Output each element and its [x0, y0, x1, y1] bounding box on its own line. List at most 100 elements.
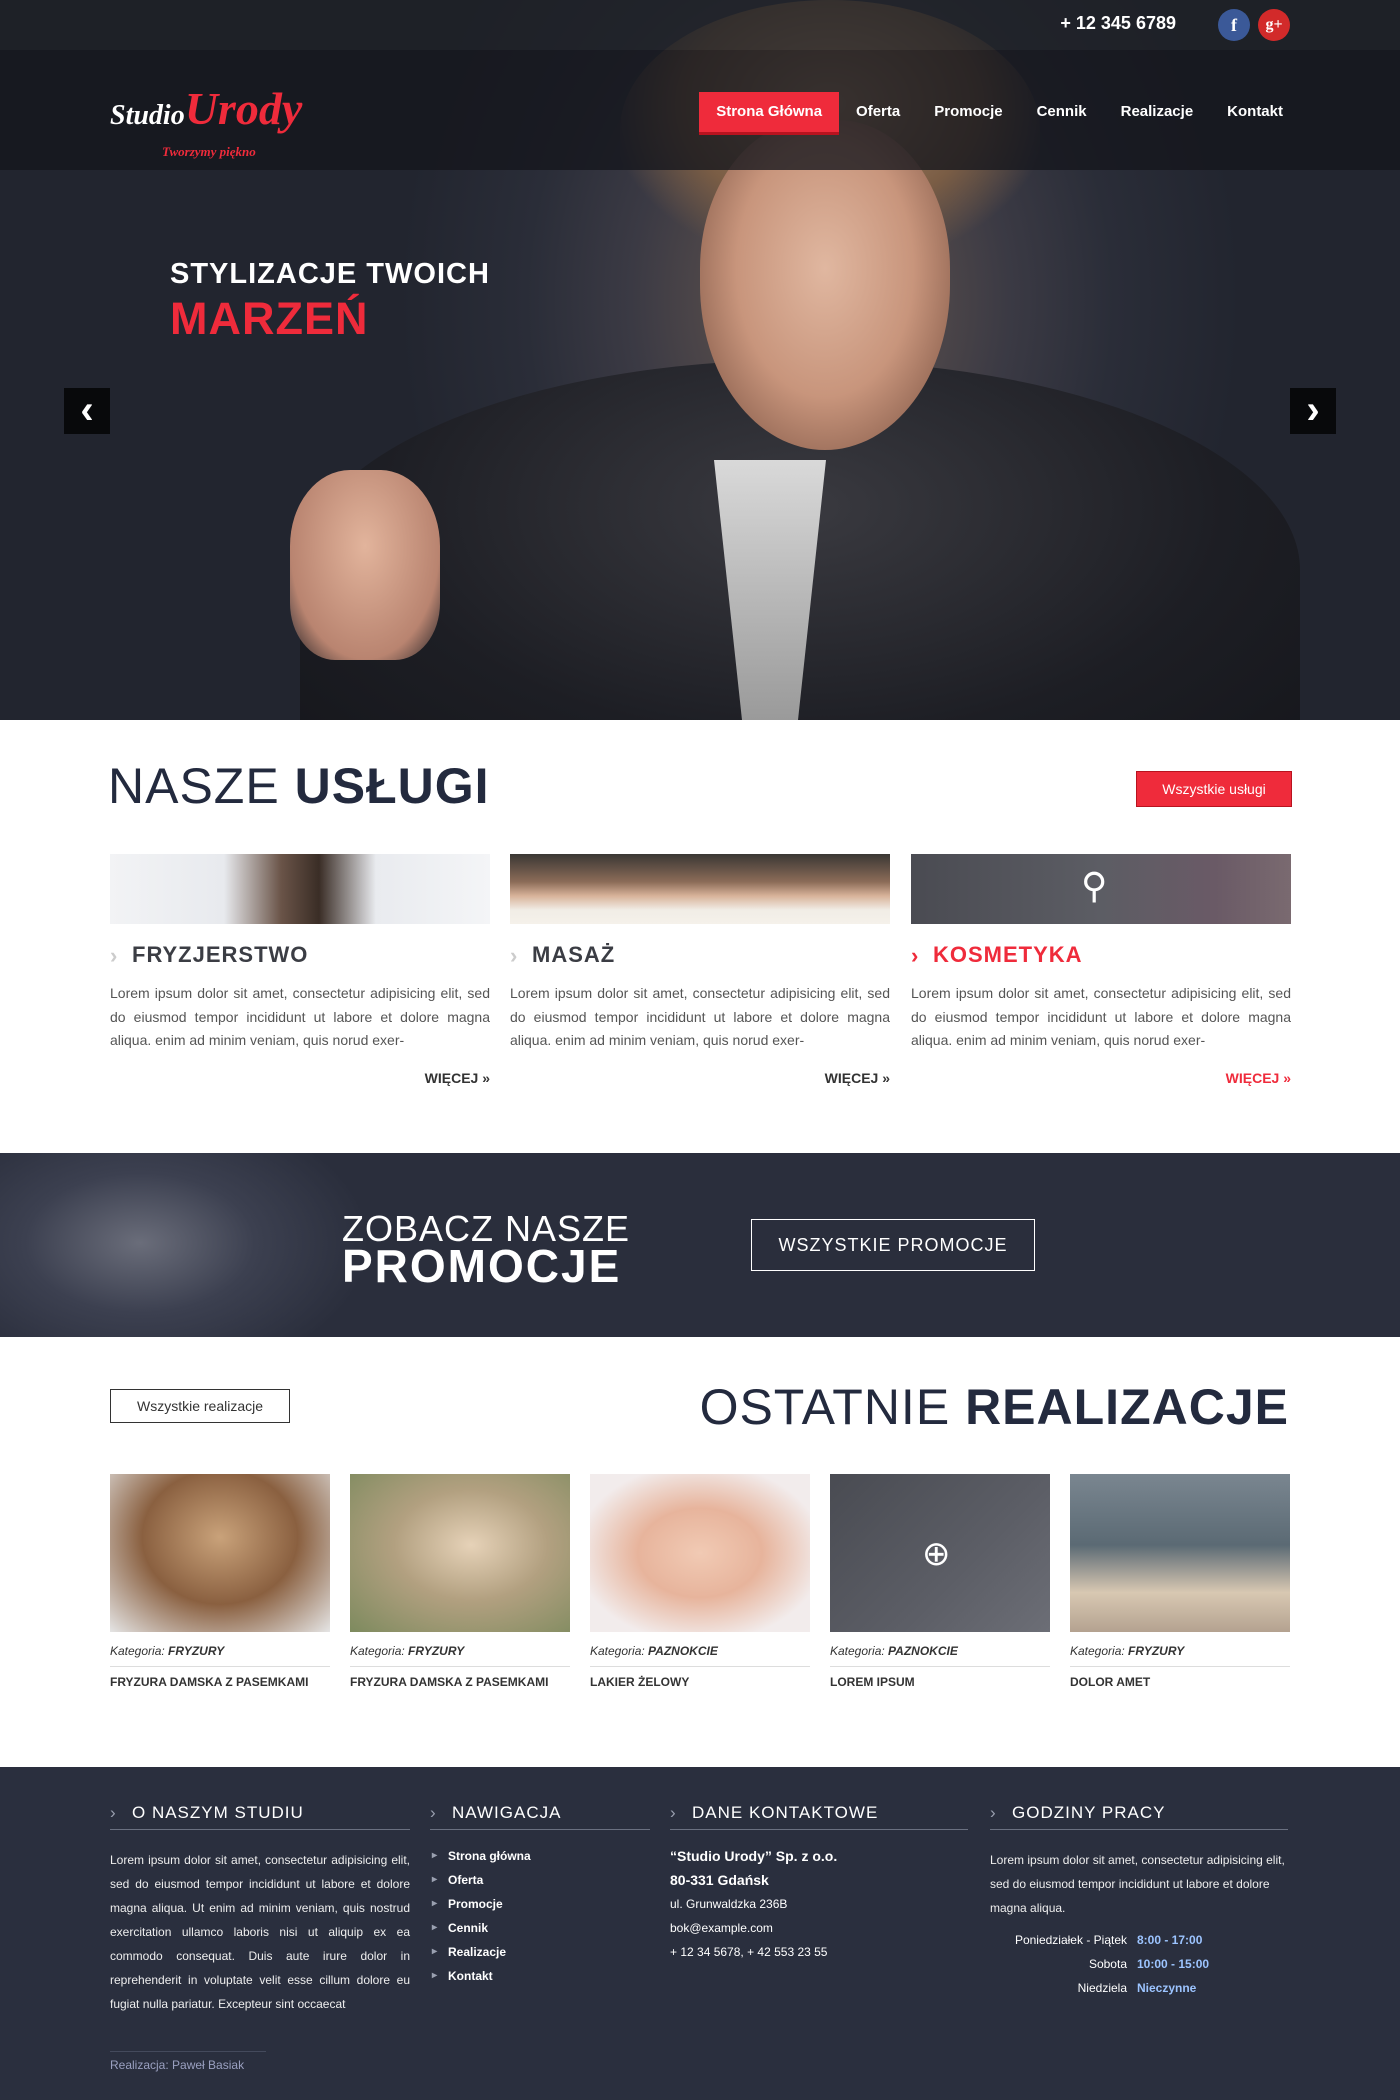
work-item: Kategoria: FRYZURY DOLOR AMET — [1070, 1474, 1290, 1689]
logo-tagline: Tworzymy piękno — [162, 144, 256, 159]
logo[interactable]: StudioUrody Tworzymy piękno — [110, 82, 302, 159]
magnifier-icon: ⚲ — [1081, 865, 1108, 906]
hero-headline: STYLIZACJE TWOICH MARZEŃ — [170, 258, 490, 345]
services-title-bold: USŁUGI — [294, 758, 490, 814]
work-item: Kategoria: FRYZURY FRYZURA DAMSKA Z PASE… — [110, 1474, 330, 1689]
footer-hours: › GODZINY PRACY Lorem ipsum dolor sit ame… — [990, 1803, 1288, 2000]
footer-nav-title: › NAWIGACJA — [430, 1803, 650, 1830]
menu-item-oferta[interactable]: Oferta — [839, 92, 917, 132]
footer-nav-item[interactable]: Cennik — [430, 1916, 650, 1940]
footer-about-text: Lorem ipsum dolor sit amet, consectetur … — [110, 1853, 410, 2011]
chevron-right-icon: › — [990, 1803, 997, 1822]
hero-line-2: MARZEŃ — [170, 293, 369, 344]
main-navbar: StudioUrody Tworzymy piękno Strona Główn… — [0, 50, 1400, 170]
hero-line-1: STYLIZACJE TWOICH — [170, 258, 490, 290]
work-image[interactable]: ⊕ — [830, 1474, 1050, 1632]
work-name[interactable]: FRYZURA DAMSKA Z PASEMKAMI — [110, 1675, 330, 1689]
work-category: Kategoria: FRYZURY — [350, 1644, 570, 1667]
works-title-thin: OSTATNIE — [699, 1379, 951, 1435]
contact-email[interactable]: bok@example.com — [670, 1916, 968, 1940]
service-image-cosmetics[interactable]: ⚲ — [911, 854, 1291, 924]
chevron-right-icon: › — [670, 1803, 677, 1822]
promo-line-2: PROMOCJE — [342, 1240, 622, 1292]
hero-slider: + 12 345 6789 f g+ StudioUrody Tworzymy … — [0, 0, 1400, 720]
menu-item-cennik[interactable]: Cennik — [1020, 92, 1104, 132]
footer-contact: › DANE KONTAKTOWE “Studio Urody” Sp. z o.… — [670, 1803, 968, 1964]
opening-hours-table: Poniedziałek - Piątek 8:00 - 17:00 Sobota… — [990, 1928, 1288, 2000]
footer-about: › O NASZYM STUDIU Lorem ipsum dolor sit a… — [110, 1803, 410, 2016]
all-works-button[interactable]: Wszystkie realizacje — [110, 1389, 290, 1423]
service-more-link[interactable]: WIĘCEJ » — [911, 1070, 1291, 1086]
service-image-massage[interactable] — [510, 854, 890, 924]
chevron-right-icon: › — [110, 1803, 117, 1822]
work-image[interactable] — [110, 1474, 330, 1632]
footer-about-title: › O NASZYM STUDIU — [110, 1803, 410, 1830]
footer-nav-item[interactable]: Promocje — [430, 1892, 650, 1916]
work-image[interactable] — [590, 1474, 810, 1632]
work-image[interactable] — [350, 1474, 570, 1632]
main-menu: Strona Główna Oferta Promocje Cennik Rea… — [699, 92, 1300, 132]
footer-hours-text: Lorem ipsum dolor sit amet, consectetur … — [990, 1853, 1285, 1915]
logo-studio: Studio — [110, 100, 185, 131]
footer-nav-item[interactable]: Strona główna — [430, 1844, 650, 1868]
chevron-right-icon: › — [510, 943, 519, 968]
services-title: NASZE USŁUGI — [108, 757, 490, 815]
service-more-link[interactable]: WIĘCEJ » — [110, 1070, 490, 1086]
footer: › O NASZYM STUDIU Lorem ipsum dolor sit a… — [0, 1767, 1400, 2100]
service-title[interactable]: › KOSMETYKA — [911, 942, 1291, 968]
top-bar: + 12 345 6789 f g+ — [0, 0, 1400, 50]
menu-item-promocje[interactable]: Promocje — [917, 92, 1019, 132]
footer-credit[interactable]: Realizacja: Paweł Basiak — [110, 2051, 266, 2072]
work-category: Kategoria: PAZNOKCIE — [590, 1644, 810, 1667]
google-plus-icon[interactable]: g+ — [1258, 9, 1290, 41]
hours-row: Niedziela Nieczynne — [1077, 1981, 1197, 1995]
work-category: Kategoria: FRYZURY — [110, 1644, 330, 1667]
hours-row: Poniedziałek - Piątek 8:00 - 17:00 — [1014, 1933, 1203, 1947]
footer-nav: ›NAWIGACJA Strona główna Oferta Promocje… — [430, 1803, 650, 1988]
hero-image-hand — [290, 470, 440, 660]
work-item: Kategoria: FRYZURY FRYZURA DAMSKA Z PASE… — [350, 1474, 570, 1689]
chevron-right-icon: › — [430, 1803, 437, 1822]
contact-company: “Studio Urody” Sp. z o.o. — [670, 1848, 838, 1864]
footer-nav-list: Strona główna Oferta Promocje Cennik Rea… — [430, 1844, 650, 1988]
facebook-icon[interactable]: f — [1218, 9, 1250, 41]
zoom-in-icon: ⊕ — [922, 1535, 951, 1573]
service-card-cosmetics: ⚲ › KOSMETYKA Lorem ipsum dolor sit amet,… — [911, 854, 1291, 1086]
service-image-hair[interactable] — [110, 854, 490, 924]
services-title-thin: NASZE — [108, 758, 280, 814]
all-services-button[interactable]: Wszystkie usługi — [1136, 771, 1292, 807]
work-name[interactable]: LAKIER ŻELOWY — [590, 1675, 810, 1689]
menu-item-kontakt[interactable]: Kontakt — [1210, 92, 1300, 132]
slider-prev-icon[interactable]: ‹ — [64, 388, 110, 434]
service-text: Lorem ipsum dolor sit amet, consectetur … — [911, 985, 1291, 1048]
all-promotions-button[interactable]: WSZYSTKIE PROMOCJE — [751, 1219, 1035, 1271]
service-title[interactable]: › MASAŻ — [510, 942, 890, 968]
work-name[interactable]: DOLOR AMET — [1070, 1675, 1290, 1689]
footer-contact-details: “Studio Urody” Sp. z o.o. 80-331 Gdańsk … — [670, 1844, 968, 1964]
work-category: Kategoria: PAZNOKCIE — [830, 1644, 1050, 1667]
footer-nav-item[interactable]: Realizacje — [430, 1940, 650, 1964]
footer-nav-item[interactable]: Kontakt — [430, 1964, 650, 1988]
works-title-bold: REALIZACJE — [965, 1379, 1289, 1435]
work-name[interactable]: FRYZURA DAMSKA Z PASEMKAMI — [350, 1675, 570, 1689]
service-card-hair: › FRYZJERSTWO Lorem ipsum dolor sit amet,… — [110, 854, 490, 1086]
work-category: Kategoria: FRYZURY — [1070, 1644, 1290, 1667]
menu-item-realizacje[interactable]: Realizacje — [1104, 92, 1211, 132]
footer-hours-title: › GODZINY PRACY — [990, 1803, 1288, 1830]
works-title: OSTATNIE REALIZACJE — [700, 1378, 1289, 1436]
service-title[interactable]: › FRYZJERSTWO — [110, 942, 490, 968]
hours-row: Sobota 10:00 - 15:00 — [1088, 1957, 1210, 1971]
menu-item-home[interactable]: Strona Główna — [699, 92, 840, 132]
promo-banner: ZOBACZ NASZE PROMOCJE WSZYSTKIE PROMOCJE — [0, 1153, 1400, 1337]
service-text: Lorem ipsum dolor sit amet, consectetur … — [110, 985, 490, 1048]
slider-next-icon[interactable]: › — [1290, 388, 1336, 434]
service-more-link[interactable]: WIĘCEJ » — [510, 1070, 890, 1086]
footer-nav-item[interactable]: Oferta — [430, 1868, 650, 1892]
footer-contact-title: › DANE KONTAKTOWE — [670, 1803, 968, 1830]
contact-phones: + 12 34 5678, + 42 553 23 55 — [670, 1945, 828, 1959]
work-name[interactable]: LOREM IPSUM — [830, 1675, 1050, 1689]
service-card-massage: › MASAŻ Lorem ipsum dolor sit amet, conse… — [510, 854, 890, 1086]
service-text: Lorem ipsum dolor sit amet, consectetur … — [510, 985, 890, 1048]
contact-city: 80-331 Gdańsk — [670, 1872, 769, 1888]
work-image[interactable] — [1070, 1474, 1290, 1632]
